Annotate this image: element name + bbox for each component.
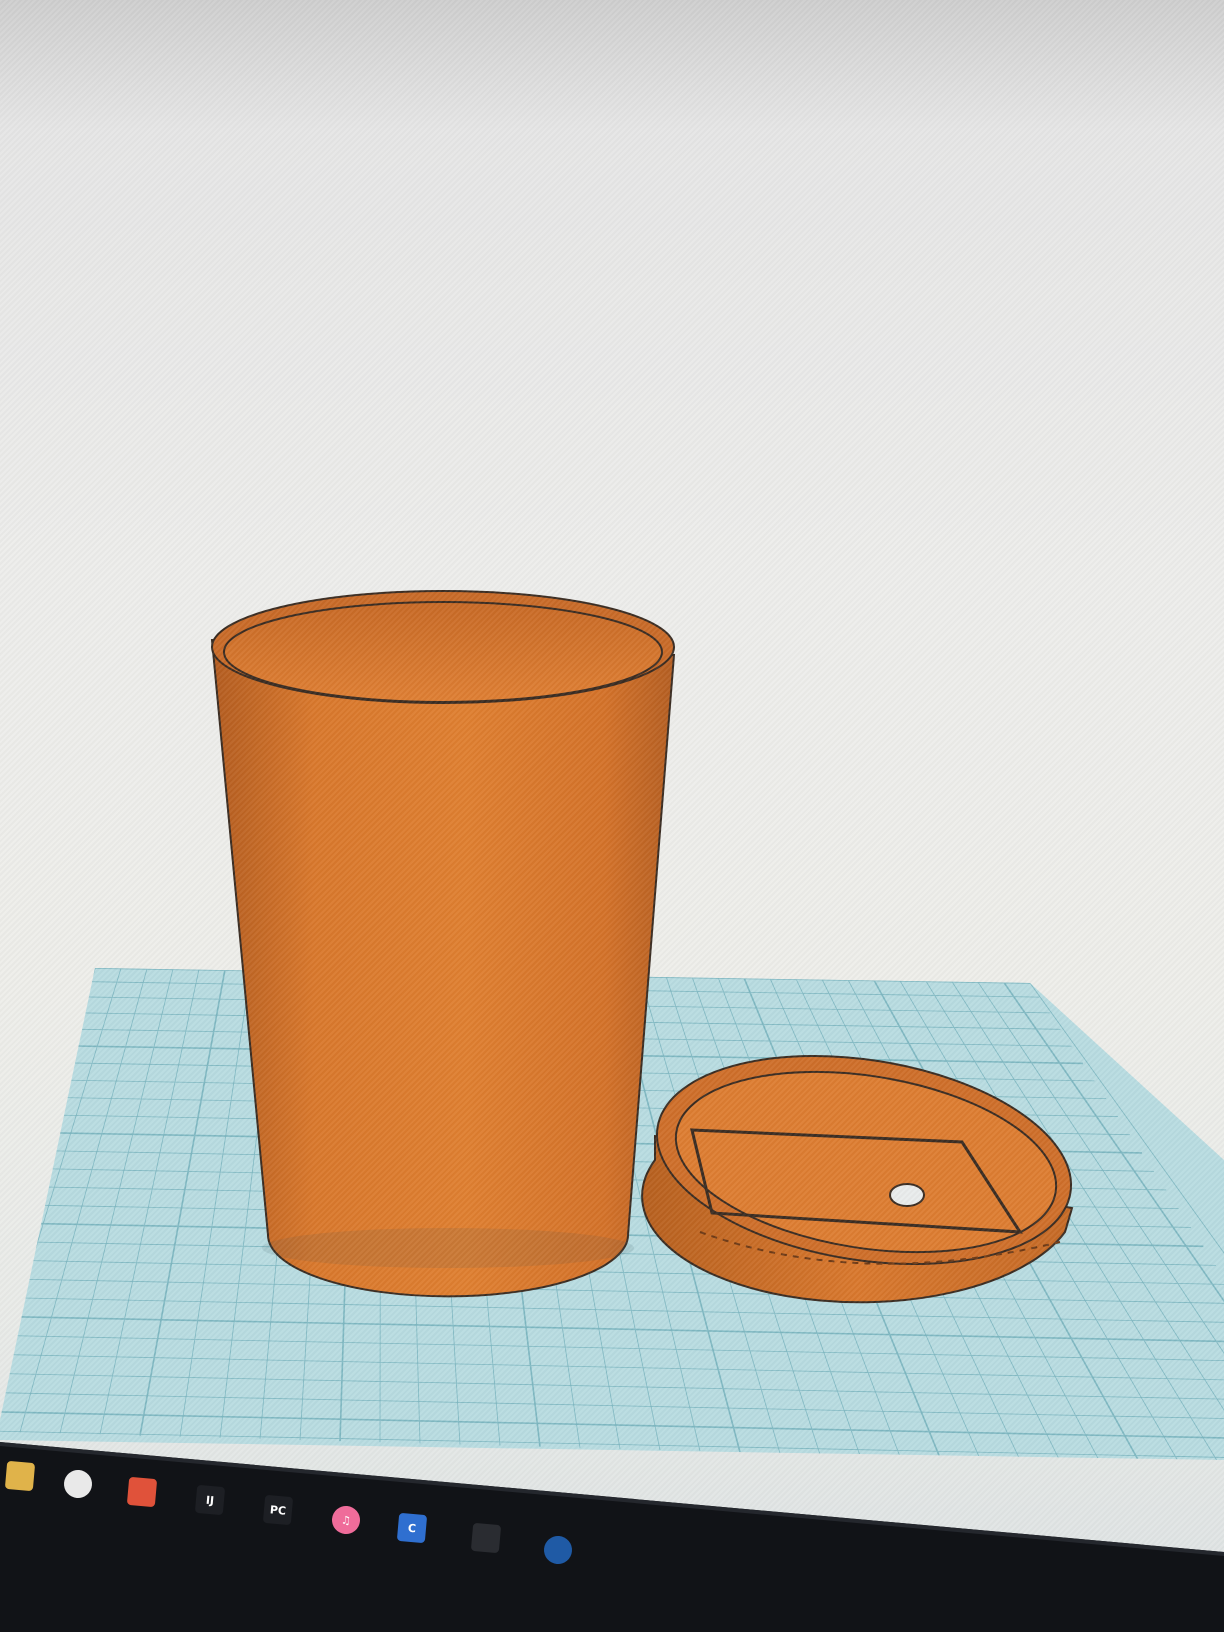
taskbar-icon-glyph: C <box>407 1521 417 1535</box>
taskbar-icon-glyph: ♫ <box>340 1513 352 1527</box>
cylinder-body[interactable] <box>210 638 676 1298</box>
lid-center-hole[interactable] <box>889 1183 925 1207</box>
library-books-icon[interactable] <box>466 1518 506 1558</box>
taskbar-icon-glyph: IJ <box>205 1493 215 1507</box>
itunes-icon[interactable]: ♫ <box>326 1500 366 1540</box>
cura-icon[interactable]: C <box>392 1508 432 1548</box>
intellij-idea-icon[interactable]: IJ <box>190 1480 230 1520</box>
taskbar-icon-glyph: PC <box>269 1502 287 1518</box>
file-explorer-icon[interactable] <box>0 1456 40 1496</box>
3d-scene[interactable] <box>0 0 1224 1632</box>
cylinder-bottom-shadow <box>262 1228 634 1268</box>
tinkercad-3d-viewport[interactable] <box>0 0 1224 1632</box>
brave-browser-icon[interactable] <box>122 1472 162 1512</box>
dome-app-icon[interactable] <box>538 1530 578 1570</box>
cylinder-container[interactable] <box>210 590 676 1298</box>
cortana-icon[interactable] <box>58 1464 98 1504</box>
pycharm-icon[interactable]: PC <box>258 1490 298 1530</box>
cylinder-rim-inner <box>223 601 663 703</box>
